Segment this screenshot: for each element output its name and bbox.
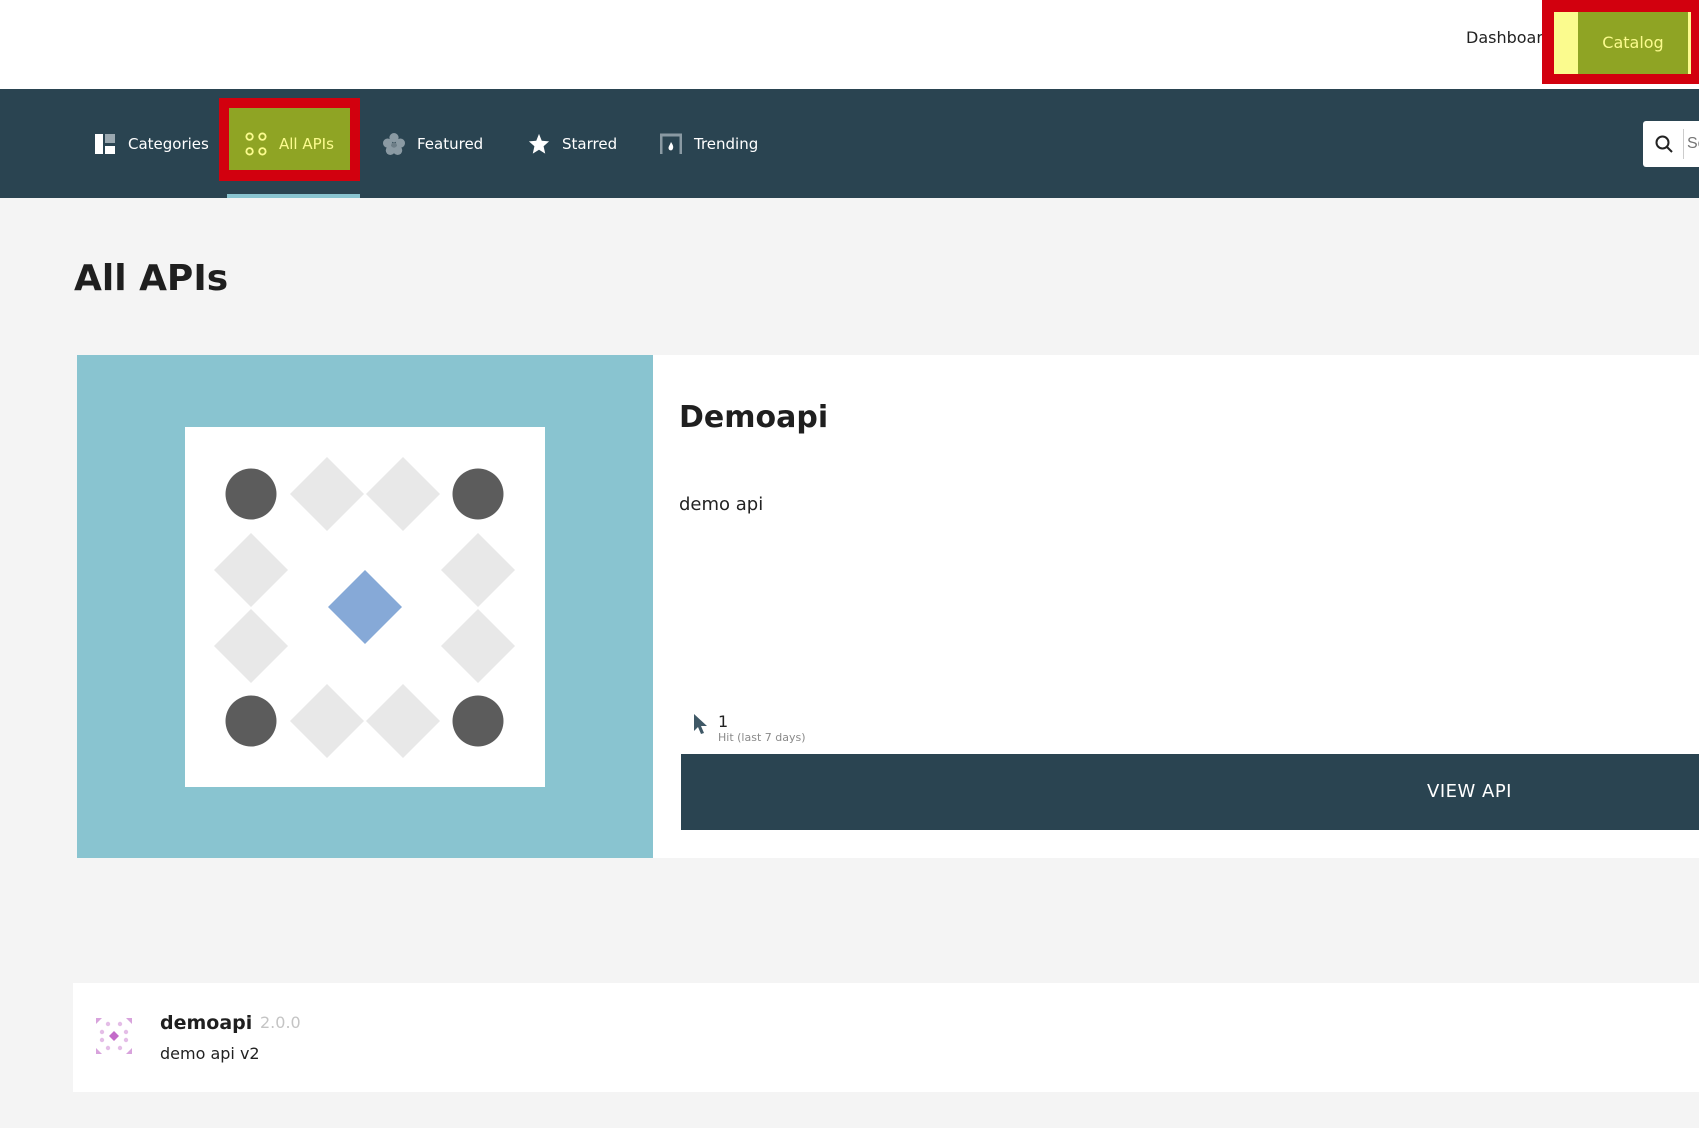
dashboard-link[interactable]: Dashboard (1466, 28, 1553, 47)
search-icon (1655, 135, 1673, 153)
all-apis-icon (245, 132, 267, 155)
api-thumbnail-icon (96, 1018, 132, 1054)
nav-all-apis-label: All APIs (279, 134, 334, 153)
view-api-label: VIEW API (1427, 781, 1512, 802)
catalog-highlight-edge (1688, 12, 1691, 74)
hits-count: 1 (718, 712, 729, 731)
search-box[interactable] (1643, 121, 1699, 167)
api-artwork (77, 355, 653, 858)
featured-api-name[interactable]: Demoapi (679, 400, 828, 435)
nav-categories-label: Categories (128, 134, 209, 153)
star-icon (528, 133, 550, 155)
nav-featured-label: Featured (417, 134, 484, 153)
list-item[interactable] (73, 983, 1699, 1092)
catalog-highlight-marker (1554, 12, 1580, 74)
list-item-name[interactable]: demoapi (160, 1012, 252, 1034)
cursor-icon (694, 714, 707, 734)
featured-api-description: demo api (679, 494, 764, 515)
api-pattern-image (185, 427, 545, 787)
search-divider (1683, 129, 1684, 159)
list-item-description: demo api v2 (160, 1044, 260, 1063)
nav-featured[interactable]: Featured (383, 89, 483, 198)
nav-categories[interactable]: Categories (94, 89, 209, 198)
list-item-version: 2.0.0 (260, 1013, 301, 1032)
page-title: All APIs (74, 258, 229, 299)
view-api-button[interactable]: VIEW API (681, 754, 1699, 830)
featured-icon (383, 132, 405, 155)
catalog-link[interactable]: Catalog (1578, 12, 1688, 74)
search-input[interactable] (1687, 131, 1699, 157)
trending-icon (660, 133, 682, 155)
nav-all-apis[interactable]: All APIs (245, 89, 334, 198)
nav-starred-label: Starred (562, 134, 618, 153)
hits-label: Hit (last 7 days) (718, 731, 806, 744)
categories-icon (94, 133, 116, 155)
top-header: Dashboard (0, 0, 1699, 89)
nav-starred[interactable]: Starred (528, 89, 617, 198)
nav-trending[interactable]: Trending (660, 89, 758, 198)
nav-trending-label: Trending (694, 134, 759, 153)
